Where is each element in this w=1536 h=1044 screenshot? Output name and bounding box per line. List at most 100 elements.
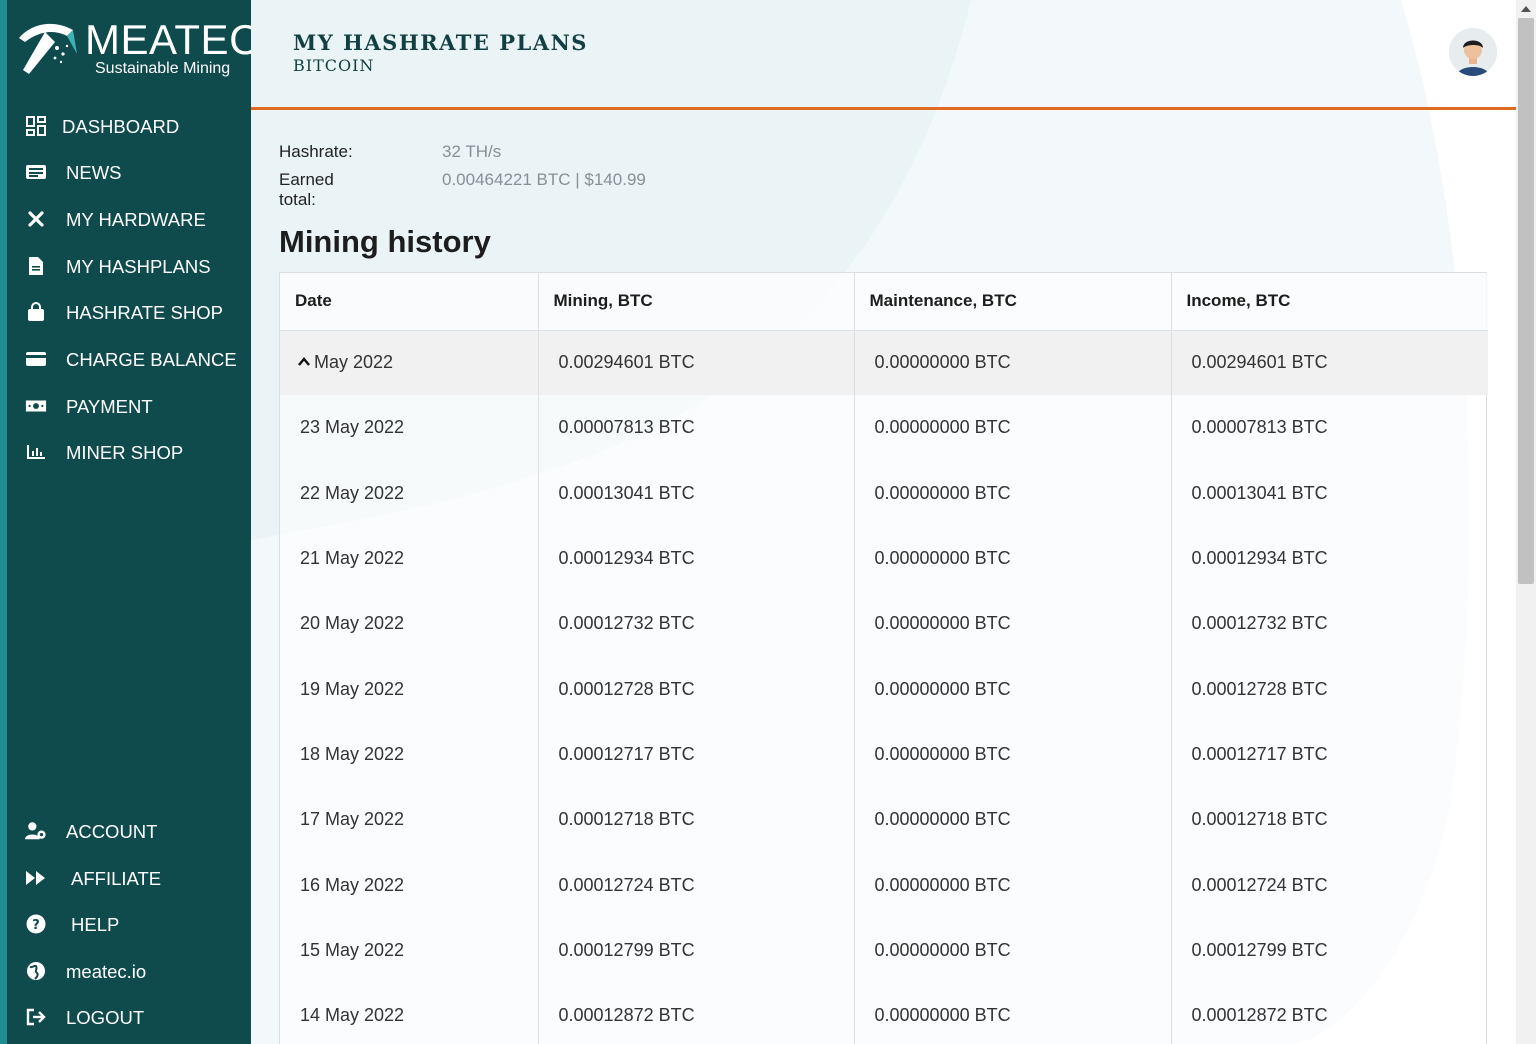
scroll-up-arrow[interactable] (1516, 0, 1536, 17)
mining-history-table: Date Mining, BTC Maintenance, BTC Income… (279, 272, 1488, 1044)
sidebar-item-news[interactable]: NEWS (7, 152, 251, 192)
income-cell: 0.00012728 BTC (1191, 678, 1328, 699)
maintenance-cell: 0.00000000 BTC (854, 591, 1172, 657)
sidebar-item-miner-shop[interactable]: MINER SHOP (7, 432, 251, 472)
maintenance-cell: 0.00000000 BTC (854, 656, 1172, 722)
earned-total-label: Earned total: (279, 170, 334, 209)
month-group-row[interactable]: May 2022 0.00294601 BTC 0.00000000 BTC 0… (280, 330, 1488, 396)
sidebar-item-my-hardware[interactable]: MY HARDWARE (7, 199, 251, 239)
table-row: 16 May 2022 0.00012724 BTC 0.00000000 BTC 0… (280, 852, 1488, 918)
sidebar-item-payment[interactable]: PAYMENT (7, 386, 251, 426)
income-cell: 0.00012934 BTC (1191, 548, 1328, 569)
table-row: 21 May 2022 0.00012934 BTC 0.00000000 BTC 0… (280, 525, 1488, 592)
date-cell: 14 May 2022 (280, 982, 539, 1044)
sidebar-item-hashrate-shop[interactable]: HASHRATE SHOP (7, 292, 251, 332)
mining-cell: 0.00012732 BTC (538, 591, 855, 657)
globe-icon (25, 960, 47, 982)
sidebar-item-label: HELP (71, 914, 120, 935)
mining-cell: 0.00007813 BTC (538, 395, 855, 461)
sidebar-item-account[interactable]: ACCOUNT (7, 811, 251, 851)
table-row: 23 May 2022 0.00007813 BTC 0.00000000 BTC 0… (280, 395, 1488, 461)
page-header: MY HASHRATE PLANS BITCOIN (251, 0, 1516, 110)
user-gear-icon (25, 820, 47, 842)
date-cell: 23 May 2022 (280, 395, 539, 461)
mining-cell: 0.00013041 BTC (538, 460, 855, 526)
sidebar-item-label: LOGOUT (66, 1007, 145, 1028)
mining-history-title: Mining history (279, 224, 491, 259)
date-cell: 15 May 2022 (280, 917, 539, 983)
mining-cell: 0.00012872 BTC (538, 982, 855, 1044)
user-avatar[interactable] (1449, 28, 1497, 76)
maintenance-cell: 0.00000000 BTC (854, 982, 1172, 1044)
mining-cell: 0.00012718 BTC (538, 787, 855, 853)
fast-forward-icon (25, 867, 47, 889)
svg-text:?: ? (32, 918, 40, 933)
income-cell: 0.00013041 BTC (1191, 482, 1328, 503)
mining-cell: 0.00012728 BTC (538, 656, 855, 722)
maintenance-cell: 0.00000000 BTC (854, 852, 1172, 918)
date-cell: 17 May 2022 (280, 787, 539, 853)
table-row: 20 May 2022 0.00012732 BTC 0.00000000 BTC 0… (280, 591, 1488, 657)
question-circle-icon: ? (25, 913, 47, 935)
month-income-cell: 0.00294601 BTC (1171, 330, 1488, 396)
table-row: 19 May 2022 0.00012728 BTC 0.00000000 BTC 0… (280, 656, 1488, 722)
sidebar-item-logout[interactable]: LOGOUT (7, 997, 251, 1037)
month-mining-cell: 0.00294601 BTC (538, 330, 855, 396)
table-row: 17 May 2022 0.00012718 BTC 0.00000000 BTC 0… (280, 787, 1488, 853)
column-header-maintenance[interactable]: Maintenance, BTC (854, 273, 1172, 331)
sidebar-item-charge-balance[interactable]: CHARGE BALANCE (7, 339, 251, 379)
maintenance-cell: 0.00000000 BTC (854, 525, 1172, 592)
date-cell: 22 May 2022 (280, 460, 539, 526)
table-row: 15 May 2022 0.00012799 BTC 0.00000000 BTC 0… (280, 917, 1488, 983)
mining-cell: 0.00012724 BTC (538, 852, 855, 918)
sidebar-item-label: DASHBOARD (62, 116, 180, 137)
page-scrollbar[interactable] (1516, 0, 1536, 1044)
column-header-income[interactable]: Income, BTC (1171, 273, 1488, 331)
newspaper-icon (25, 161, 47, 183)
income-cell: 0.00012872 BTC (1191, 1005, 1328, 1026)
sidebar-item-label: NEWS (66, 162, 122, 183)
sidebar-item-dashboard[interactable]: DASHBOARD (7, 106, 251, 146)
table-row: 14 May 2022 0.00012872 BTC 0.00000000 BTC 0… (280, 982, 1488, 1044)
sidebar-item-label: PAYMENT (66, 396, 153, 417)
sidebar-item-label: MY HARDWARE (66, 209, 206, 230)
credit-card-icon (25, 348, 47, 370)
pickaxe-logo-icon (19, 23, 77, 74)
scroll-thumb[interactable] (1518, 18, 1534, 584)
income-cell: 0.00012718 BTC (1191, 809, 1328, 830)
income-cell: 0.00012732 BTC (1191, 613, 1328, 634)
sidebar-item-help[interactable]: ? HELP (7, 904, 251, 944)
sidebar-item-label: ACCOUNT (66, 821, 158, 842)
date-cell: 19 May 2022 (280, 656, 539, 722)
page-subtitle: BITCOIN (293, 56, 375, 75)
dashboard-grid-icon (25, 115, 47, 137)
shopping-bag-icon (25, 301, 47, 323)
month-group-label: May 2022 (314, 352, 394, 373)
sidebar-item-my-hashplans[interactable]: MY HASHPLANS (7, 246, 251, 286)
hashrate-label: Hashrate: (279, 142, 353, 161)
month-group-cell[interactable]: May 2022 (280, 330, 539, 396)
sidebar-item-meatec-io[interactable]: meatec.io (7, 951, 251, 991)
brand-logo[interactable]: MEATEC Sustainable Mining (15, 16, 259, 84)
sidebar-item-label: MY HASHPLANS (66, 256, 211, 277)
column-header-mining[interactable]: Mining, BTC (538, 273, 855, 331)
brand-name: MEATEC (85, 16, 260, 63)
maintenance-cell: 0.00000000 BTC (854, 721, 1172, 788)
column-header-date[interactable]: Date (280, 273, 539, 331)
earned-total-value: 0.00464221 BTC | $140.99 (442, 170, 646, 189)
tools-icon (25, 208, 47, 230)
sidebar-item-label: HASHRATE SHOP (66, 302, 223, 323)
user-avatar-icon (1449, 28, 1497, 76)
brand-tagline: Sustainable Mining (95, 60, 231, 77)
sidebar: MEATEC Sustainable Mining DASHBOARD NEWS… (7, 0, 259, 1044)
left-edge-strip (0, 0, 7, 1044)
date-cell: 20 May 2022 (280, 591, 539, 657)
income-cell: 0.00012724 BTC (1191, 874, 1328, 895)
money-bill-icon (25, 395, 47, 417)
page-title: MY HASHRATE PLANS (293, 30, 588, 55)
income-cell: 0.00012799 BTC (1191, 939, 1328, 960)
sidebar-item-affiliate[interactable]: AFFILIATE (7, 858, 251, 898)
table-row: 22 May 2022 0.00013041 BTC 0.00000000 BTC 0… (280, 460, 1488, 526)
sidebar-item-label: AFFILIATE (71, 868, 162, 889)
sidebar-item-label: CHARGE BALANCE (66, 349, 237, 370)
